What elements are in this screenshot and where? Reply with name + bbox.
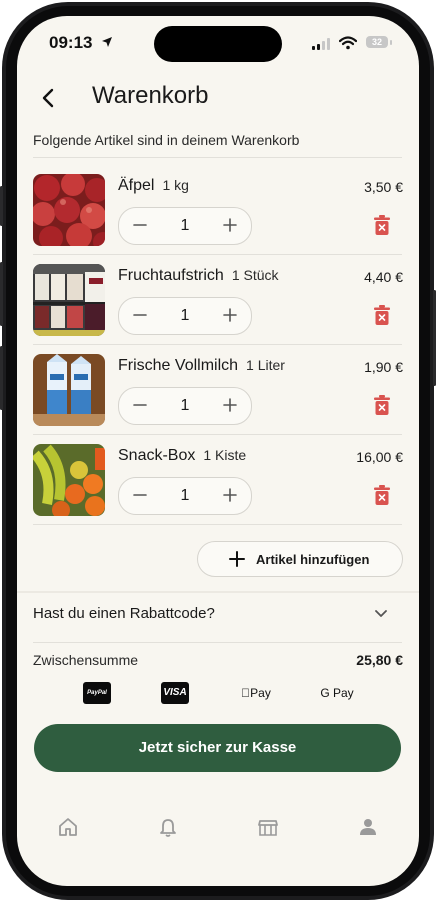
battery-indicator: 32 (366, 36, 388, 48)
back-arrow-icon[interactable] (37, 86, 61, 110)
cart-subtitle: Folgende Artikel sind in deinem Warenkor… (33, 132, 300, 148)
item-name: Frische Vollmilch 1 Liter (118, 357, 285, 375)
trash-icon[interactable] (374, 215, 390, 235)
quantity-stepper: 1 (118, 477, 252, 515)
dynamic-island (154, 26, 282, 62)
checkout-button[interactable]: Jetzt sicher zur Kasse (34, 724, 401, 772)
home-icon[interactable] (57, 816, 79, 838)
item-name-text: Frische Vollmilch (118, 357, 239, 374)
product-image-milk (33, 354, 105, 426)
item-name: Snack-Box 1 Kiste (118, 447, 246, 465)
product-image-apples (33, 174, 105, 246)
divider (33, 524, 402, 525)
header: Warenkorb (17, 80, 419, 120)
visa-logo: VISA (161, 682, 189, 704)
battery-tip (390, 40, 392, 45)
plus-icon[interactable] (221, 396, 239, 414)
item-price: 1,90 € (364, 359, 403, 375)
status-bar: 09:13 32 (17, 16, 419, 70)
plus-icon[interactable] (221, 486, 239, 504)
item-unit: 1 Liter (246, 357, 285, 373)
product-image-jam (33, 264, 105, 336)
add-item-button[interactable]: Artikel hinzufügen (197, 541, 403, 577)
item-name-text: Snack-Box (118, 447, 196, 464)
section-divider (17, 591, 419, 593)
wifi-icon (339, 36, 357, 50)
apple-icon:  (241, 686, 250, 700)
apple-pay-logo: Pay (237, 682, 275, 704)
cart-item: Frische Vollmilch 1 Liter 1,90 € 1 (17, 337, 419, 427)
item-price: 16,00 € (356, 449, 403, 465)
cart-item: Snack-Box 1 Kiste 16,00 € 1 (17, 427, 419, 517)
quantity-stepper: 1 (118, 387, 252, 425)
item-price: 4,40 € (364, 269, 403, 285)
divider (33, 642, 402, 643)
item-unit: 1 Kiste (203, 447, 247, 463)
volume-up-button (0, 262, 3, 326)
item-name: Fruchtaufstrich 1 Stück (118, 267, 279, 285)
chevron-down-icon[interactable] (374, 606, 388, 620)
user-icon[interactable] (357, 816, 379, 838)
discount-code-toggle[interactable]: Hast du einen Rabattcode? (33, 605, 215, 622)
item-name: Äfpel 1 kg (118, 177, 189, 195)
tab-bar (17, 806, 419, 846)
bell-icon[interactable] (157, 816, 179, 838)
location-arrow-icon (102, 37, 112, 47)
quantity-stepper: 1 (118, 207, 252, 245)
item-unit: 1 kg (162, 177, 189, 193)
item-name-text: Äfpel (118, 177, 155, 194)
cart-item: Fruchtaufstrich 1 Stück 4,40 € 1 (17, 247, 419, 337)
screen: 09:13 32 Warenkorb Folgende Artikel sind… (17, 16, 419, 886)
volume-down-button (0, 346, 3, 410)
quantity-stepper: 1 (118, 297, 252, 335)
cellular-signal-icon (312, 38, 330, 50)
item-unit: 1 Stück (231, 267, 279, 283)
subtotal-value: 25,80 € (356, 652, 403, 668)
item-price: 3,50 € (364, 179, 403, 195)
plus-icon[interactable] (221, 216, 239, 234)
cart-item: Äfpel 1 kg 3,50 € 1 (17, 157, 419, 247)
google-pay-logo: G Pay (320, 686, 354, 700)
add-item-label: Artikel hinzufügen (256, 552, 370, 567)
trash-icon[interactable] (374, 395, 390, 415)
paypal-logo: PayPal (83, 682, 111, 704)
product-image-snackbox (33, 444, 105, 516)
page-title: Warenkorb (92, 82, 209, 109)
trash-icon[interactable] (374, 305, 390, 325)
subtotal-label: Zwischensumme (33, 652, 139, 668)
status-time: 09:13 (49, 33, 93, 52)
action-button (0, 186, 3, 226)
store-icon[interactable] (257, 816, 279, 838)
plus-icon[interactable] (221, 306, 239, 324)
item-name-text: Fruchtaufstrich (118, 267, 224, 284)
trash-icon[interactable] (374, 485, 390, 505)
plus-icon (229, 551, 245, 567)
apple-pay-text: Pay (245, 686, 271, 700)
